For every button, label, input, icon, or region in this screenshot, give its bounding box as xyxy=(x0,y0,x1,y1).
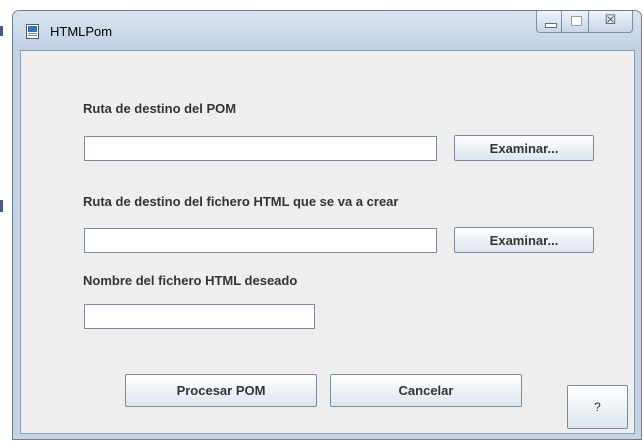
document-icon[interactable] xyxy=(26,24,39,39)
pom-path-input[interactable] xyxy=(84,136,437,161)
maximize-icon xyxy=(571,16,582,26)
browse-pom-button[interactable]: Examinar... xyxy=(454,135,594,161)
minimize-icon xyxy=(545,23,557,28)
browse-html-button[interactable]: Examinar... xyxy=(454,227,594,253)
maximize-button[interactable] xyxy=(562,11,589,33)
edge-mark-top xyxy=(0,26,3,36)
dialog-content: Ruta de destino del POM Examinar... Ruta… xyxy=(20,50,635,434)
window-title: HTMLPom xyxy=(50,24,113,39)
process-pom-button[interactable]: Procesar POM xyxy=(125,374,317,407)
title-bar[interactable]: HTMLPom ☒ xyxy=(13,11,641,51)
app-window: HTMLPom ☒ Ruta de destino del POM Examin… xyxy=(12,10,642,440)
html-name-label: Nombre del fichero HTML deseado xyxy=(83,273,298,288)
minimize-button[interactable] xyxy=(536,11,562,33)
html-path-input[interactable] xyxy=(84,228,437,253)
window-controls: ☒ xyxy=(536,11,633,34)
html-name-input[interactable] xyxy=(84,304,315,329)
html-path-label: Ruta de destino del fichero HTML que se … xyxy=(83,194,399,209)
help-button[interactable]: ? xyxy=(567,385,628,429)
pom-path-label: Ruta de destino del POM xyxy=(83,101,237,116)
close-button[interactable]: ☒ xyxy=(589,11,633,33)
edge-mark-mid xyxy=(0,200,3,212)
cancel-button[interactable]: Cancelar xyxy=(330,374,522,407)
close-icon: ☒ xyxy=(604,12,617,27)
